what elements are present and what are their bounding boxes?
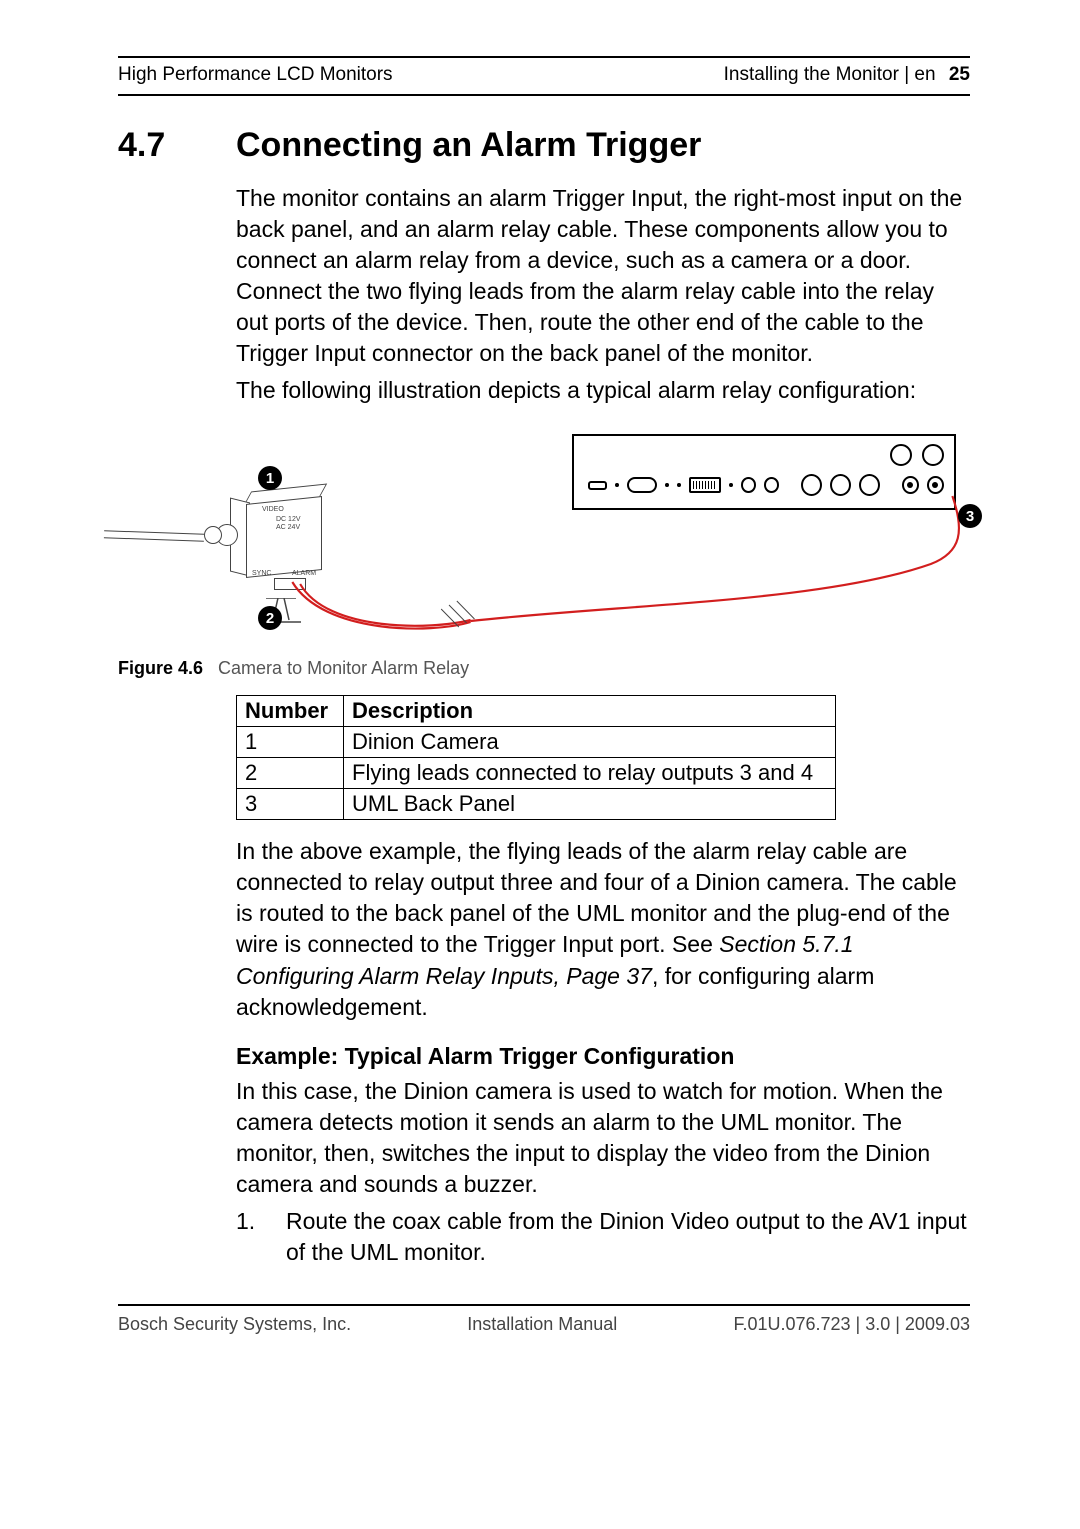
panel-port-icon: [764, 477, 779, 493]
panel-dot-icon: [615, 483, 619, 487]
table-cell-description: Dinion Camera: [344, 727, 836, 758]
figure-caption: Figure 4.6 Camera to Monitor Alarm Relay: [118, 658, 970, 679]
section-number: 4.7: [118, 126, 236, 165]
table-cell-number: 1: [237, 727, 344, 758]
dinion-camera-drawing: VIDEO DC 12V AC 24V SYNC ALARM: [144, 470, 354, 630]
intro-paragraph-2: The following illustration depicts a typ…: [236, 375, 970, 406]
header-right: Installing the Monitor | en 25: [724, 64, 970, 86]
step-text: Route the coax cable from the Dinion Vid…: [286, 1206, 970, 1268]
table-row: 3 UML Back Panel: [237, 789, 836, 820]
table-row: 1 Dinion Camera: [237, 727, 836, 758]
callout-3: 3: [958, 504, 982, 528]
figure-caption-text: Camera to Monitor Alarm Relay: [218, 658, 469, 678]
step-number: 1.: [236, 1206, 286, 1268]
camera-relay-terminal-icon: [274, 578, 306, 590]
camera-coax-icon: [104, 531, 204, 542]
page: High Performance LCD Monitors Installing…: [0, 0, 1080, 1529]
panel-oval-icon: [627, 477, 657, 493]
list-item: 1. Route the coax cable from the Dinion …: [236, 1206, 970, 1268]
intro-paragraph-1: The monitor contains an alarm Trigger In…: [236, 183, 970, 369]
camera-label-video: VIDEO: [262, 506, 284, 513]
procedure-list: 1. Route the coax cable from the Dinion …: [236, 1206, 970, 1268]
panel-port-icon: [830, 474, 851, 496]
table-header-number: Number: [237, 696, 344, 727]
table-row: 2 Flying leads connected to relay output…: [237, 758, 836, 789]
footer-right: F.01U.076.723 | 3.0 | 2009.03: [733, 1314, 970, 1335]
panel-port-icon: [859, 474, 880, 496]
example-heading: Example: Typical Alarm Trigger Configura…: [236, 1043, 970, 1070]
section-title: Connecting an Alarm Trigger: [236, 126, 701, 165]
panel-target-icon: [902, 476, 919, 494]
uml-back-panel-drawing: [572, 434, 956, 510]
example-paragraph: In this case, the Dinion camera is used …: [236, 1076, 970, 1200]
table-cell-number: 3: [237, 789, 344, 820]
camera-label-alarm: ALARM: [292, 570, 316, 577]
table-header-row: Number Description: [237, 696, 836, 727]
callout-description-table: Number Description 1 Dinion Camera 2 Fly…: [236, 695, 836, 820]
panel-hole-icon: [922, 444, 944, 466]
header-bottom-rule: [118, 94, 970, 96]
header-section: Installing the Monitor | en: [724, 64, 936, 85]
header-left: High Performance LCD Monitors: [118, 64, 393, 86]
camera-label-dc: DC 12V: [276, 516, 301, 523]
figure-4-6: VIDEO DC 12V AC 24V SYNC ALARM 1 2 3: [118, 434, 970, 644]
camera-label-ac: AC 24V: [276, 524, 300, 531]
panel-dot-icon: [665, 483, 669, 487]
panel-dot-icon: [677, 483, 681, 487]
panel-port-icon: [741, 477, 756, 493]
camera-label-sync: SYNC: [252, 570, 271, 577]
panel-hole-icon: [890, 444, 912, 466]
table-cell-description: Flying leads connected to relay outputs …: [344, 758, 836, 789]
section-heading: 4.7 Connecting an Alarm Trigger: [118, 126, 970, 165]
page-footer: Bosch Security Systems, Inc. Installatio…: [118, 1314, 970, 1335]
panel-vga-icon: [689, 477, 721, 493]
page-header: High Performance LCD Monitors Installing…: [118, 58, 970, 94]
panel-dot-icon: [729, 483, 733, 487]
panel-slot-icon: [588, 481, 607, 490]
footer-center: Installation Manual: [467, 1314, 617, 1335]
page-number: 25: [949, 64, 970, 85]
post-table-paragraph: In the above example, the flying leads o…: [236, 836, 970, 1022]
panel-port-icon: [801, 474, 822, 496]
table-cell-description: UML Back Panel: [344, 789, 836, 820]
body-column: The monitor contains an alarm Trigger In…: [236, 183, 970, 1268]
trigger-input-port-icon: [927, 476, 944, 494]
table-cell-number: 2: [237, 758, 344, 789]
footer-rule: [118, 1304, 970, 1306]
table-header-description: Description: [344, 696, 836, 727]
figure-caption-number: Figure 4.6: [118, 658, 203, 678]
footer-left: Bosch Security Systems, Inc.: [118, 1314, 351, 1335]
